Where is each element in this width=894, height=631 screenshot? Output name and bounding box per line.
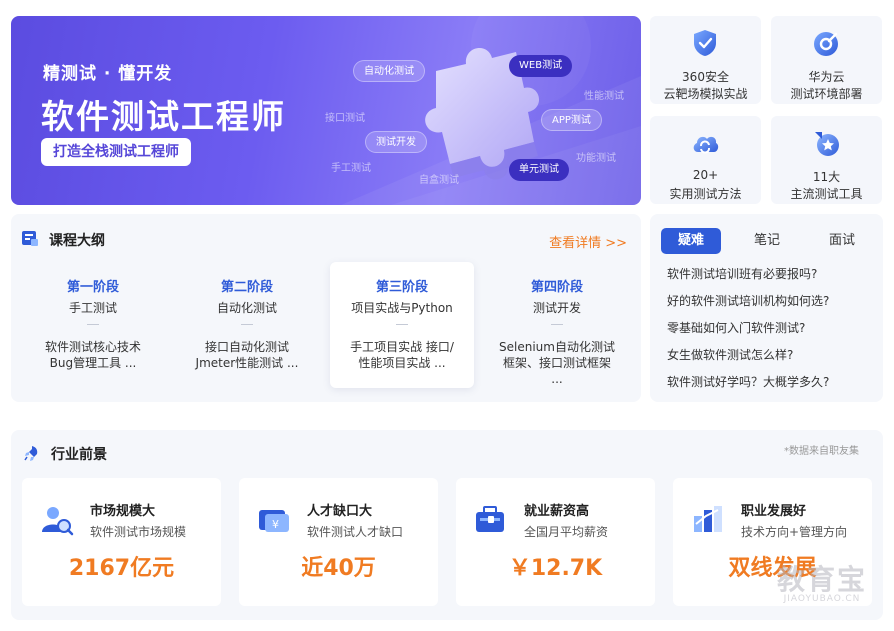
tile-line1: 20+	[692, 168, 719, 182]
cloud-sync-icon	[693, 136, 719, 154]
watermark-text: 教育宝	[776, 563, 867, 596]
stage-desc-line: ...	[551, 372, 563, 386]
faq-question[interactable]: 软件测试好学吗？大概学多久?	[667, 373, 829, 390]
star-badge-icon	[815, 132, 839, 156]
shield-icon	[694, 30, 716, 56]
svg-text:¥: ¥	[272, 518, 279, 531]
hero-title: 软件测试工程师	[41, 97, 286, 136]
stage-desc: 软件测试核心技术 Bug管理工具 ...	[27, 339, 159, 371]
hero-tag: 自盒测试	[419, 175, 459, 186]
faq-panel: 疑难 笔记 面试 软件测试培训班有必要报吗? 好的软件测试培训机构如何选? 零基…	[650, 214, 883, 402]
hero-tag: WEB测试	[509, 55, 573, 77]
tab-difficulties[interactable]: 疑难	[661, 228, 721, 254]
stage-divider	[551, 324, 563, 325]
stage-desc-line: Selenium自动化测试	[499, 340, 615, 354]
stage-topic: 项目实战与Python	[351, 301, 453, 315]
outline-list-icon	[22, 231, 38, 246]
hero-tag: 性能测试	[584, 91, 624, 102]
outline-title: 课程大纲	[49, 233, 105, 249]
card-title: 职业发展好	[741, 504, 807, 519]
course-outline-panel: 课程大纲 查看详情 >> 第一阶段 手工测试 软件测试核心技术 Bug管理工具 …	[11, 214, 641, 402]
faq-question[interactable]: 女生做软件测试怎么样?	[667, 346, 793, 363]
stage-card-3[interactable]: 第三阶段 项目实战与Python 手工项目实战 接口/ 性能项目实战 ...	[330, 262, 474, 388]
hero-tag: 测试开发	[365, 131, 427, 153]
tab-notes[interactable]: 笔记	[737, 228, 797, 254]
tile-line2: 云靶场模拟实战	[663, 87, 748, 101]
stage-card-4[interactable]: 第四阶段 测试开发 Selenium自动化测试 框架、接口测试框架 ...	[485, 262, 629, 388]
stage-name: 第二阶段	[220, 280, 273, 295]
hero-tag: 手工测试	[331, 163, 371, 174]
card-market-size[interactable]: 市场规模大 软件测试市场规模 2167亿元	[22, 478, 221, 606]
card-subtitle: 软件测试市场规模	[90, 525, 187, 539]
rocket-icon	[24, 446, 38, 461]
stage-desc: Selenium自动化测试 框架、接口测试框架 ...	[491, 339, 623, 387]
stage-desc-line: Jmeter性能测试 ...	[195, 356, 299, 370]
tile-line2: 测试环境部署	[790, 87, 863, 101]
card-value: ￥12.7K	[508, 556, 603, 581]
site-watermark: 教育宝 JIAOYUBAO.CN	[760, 558, 884, 604]
faq-question[interactable]: 好的软件测试培训机构如何选?	[667, 292, 829, 309]
card-subtitle: 技术方向+管理方向	[741, 525, 848, 539]
card-talent-gap[interactable]: ¥ 人才缺口大 软件测试人才缺口 近40万	[239, 478, 438, 606]
stage-topic: 测试开发	[532, 301, 581, 315]
stage-name: 第三阶段	[375, 280, 428, 295]
tile-line2: 主流测试工具	[790, 187, 863, 201]
card-value: 近40万	[301, 556, 376, 581]
tile-line2: 实用测试方法	[669, 187, 742, 201]
tile-360-security[interactable]: 360安全 云靶场模拟实战	[650, 16, 761, 104]
hero-tag: 接口测试	[325, 113, 365, 124]
card-title: 人才缺口大	[307, 504, 373, 519]
tile-test-tools[interactable]: 11大 主流测试工具	[771, 116, 882, 204]
stage-name: 第四阶段	[530, 280, 583, 295]
outlook-title: 行业前景	[51, 447, 107, 463]
stage-topic: 自动化测试	[216, 301, 277, 315]
stage-desc-line: Bug管理工具 ...	[49, 356, 137, 370]
stage-divider	[87, 324, 99, 325]
hero-tag: 单元测试	[509, 159, 569, 181]
tab-interview[interactable]: 面试	[812, 228, 872, 254]
talent-card-icon: ¥	[259, 510, 289, 532]
stage-card-2[interactable]: 第二阶段 自动化测试 接口自动化测试 Jmeter性能测试 ...	[175, 262, 319, 388]
hero-banner[interactable]: 精测试 · 懂开发 软件测试工程师 打造全栈测试工程师 自动化测试 WEB测试 …	[11, 16, 641, 205]
stage-divider	[396, 324, 408, 325]
cloud-compass-icon	[814, 32, 838, 56]
stage-topic: 手工测试	[68, 301, 117, 315]
tile-line1: 华为云	[808, 70, 845, 84]
tile-huawei-cloud[interactable]: 华为云 测试环境部署	[771, 16, 882, 104]
faq-question[interactable]: 软件测试培训班有必要报吗?	[667, 265, 817, 282]
card-salary[interactable]: 就业薪资高 全国月平均薪资 ￥12.7K	[456, 478, 655, 606]
salary-briefcase-icon	[476, 506, 504, 532]
stage-desc-line: 接口自动化测试	[204, 340, 289, 354]
stage-name: 第一阶段	[66, 280, 119, 295]
stage-desc-line: 框架、接口测试框架	[502, 356, 611, 370]
hero-subtitle: 精测试 · 懂开发	[43, 64, 173, 84]
tile-line1: 11大	[812, 170, 841, 184]
view-details-link[interactable]: 查看详情 >>	[549, 232, 627, 251]
stage-desc-line: 手工项目实战 接口/	[350, 340, 454, 354]
stage-divider	[241, 324, 253, 325]
hero-tag: 功能测试	[576, 153, 616, 164]
stage-desc-line: 软件测试核心技术	[44, 340, 141, 354]
card-title: 就业薪资高	[524, 504, 590, 519]
card-value: 2167亿元	[68, 556, 175, 581]
tile-test-methods[interactable]: 20+ 实用测试方法	[650, 116, 761, 204]
faq-question[interactable]: 零基础如何入门软件测试?	[667, 319, 805, 336]
market-search-icon	[42, 507, 74, 536]
card-subtitle: 全国月平均薪资	[524, 525, 609, 539]
card-subtitle: 软件测试人才缺口	[307, 525, 404, 539]
stage-desc: 手工项目实战 接口/ 性能项目实战 ...	[336, 339, 468, 371]
hero-tag: 自动化测试	[353, 60, 425, 82]
data-source-note: *数据来自职友集	[784, 446, 859, 457]
stage-desc: 接口自动化测试 Jmeter性能测试 ...	[181, 339, 313, 371]
hero-pill: 打造全栈测试工程师	[41, 138, 191, 166]
card-title: 市场规模大	[90, 504, 156, 519]
hero-tag: APP测试	[541, 109, 602, 131]
stage-desc-line: 性能项目实战 ...	[358, 356, 446, 370]
stage-card-1[interactable]: 第一阶段 手工测试 软件测试核心技术 Bug管理工具 ...	[21, 262, 165, 388]
industry-outlook-panel: 行业前景 *数据来自职友集 市场规模大 软件测试市场规模 2167亿元 ¥ 人才…	[11, 430, 883, 620]
career-growth-icon	[694, 506, 722, 532]
tile-line1: 360安全	[682, 70, 729, 84]
